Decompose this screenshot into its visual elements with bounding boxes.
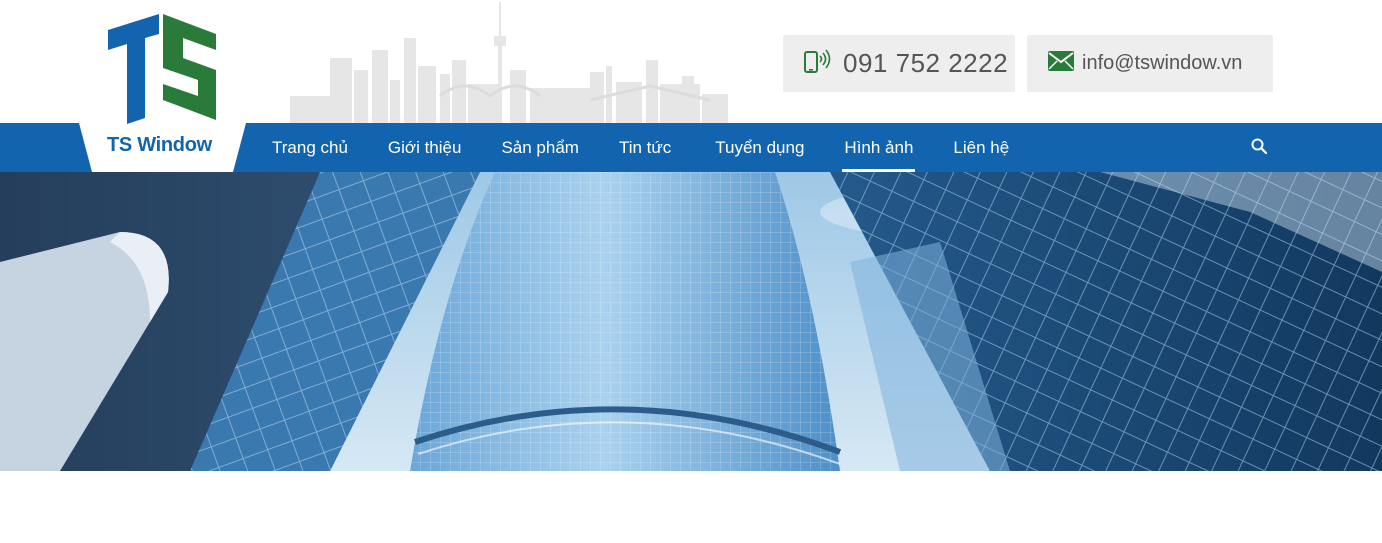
city-skyline-graphic [290,2,728,123]
envelope-icon [1048,51,1074,76]
nav-item-trang-chu[interactable]: Trang chủ [252,123,368,172]
search-button[interactable] [1246,135,1272,161]
glass-skyscrapers-photo [0,172,1382,471]
page-content-area [0,471,1382,543]
phone-number: 091 752 2222 [843,48,1009,78]
nav-item-hinh-anh[interactable]: Hình ảnh [824,123,933,172]
nav-menu: Trang chủ Giới thiệu Sản phẩm Tin tức Tu… [252,123,1029,172]
nav-item-tuyen-dung[interactable]: Tuyển dụng [695,123,824,172]
nav-item-lien-he[interactable]: Liên hệ [933,123,1029,172]
logo-wordmark: TS Window [107,134,212,156]
phone-contact-box[interactable]: 091 752 2222 [783,35,1015,92]
email-address: info@tswindow.vn [1082,52,1243,74]
nav-item-tin-tuc[interactable]: Tin tức [599,123,695,172]
search-icon [1251,138,1268,159]
email-contact-box[interactable]: info@tswindow.vn [1027,35,1273,92]
mobile-phone-icon [803,46,833,81]
hero-banner [0,172,1382,471]
nav-item-gioi-thieu[interactable]: Giới thiệu [368,123,482,172]
nav-item-san-pham[interactable]: Sản phẩm [481,123,599,172]
